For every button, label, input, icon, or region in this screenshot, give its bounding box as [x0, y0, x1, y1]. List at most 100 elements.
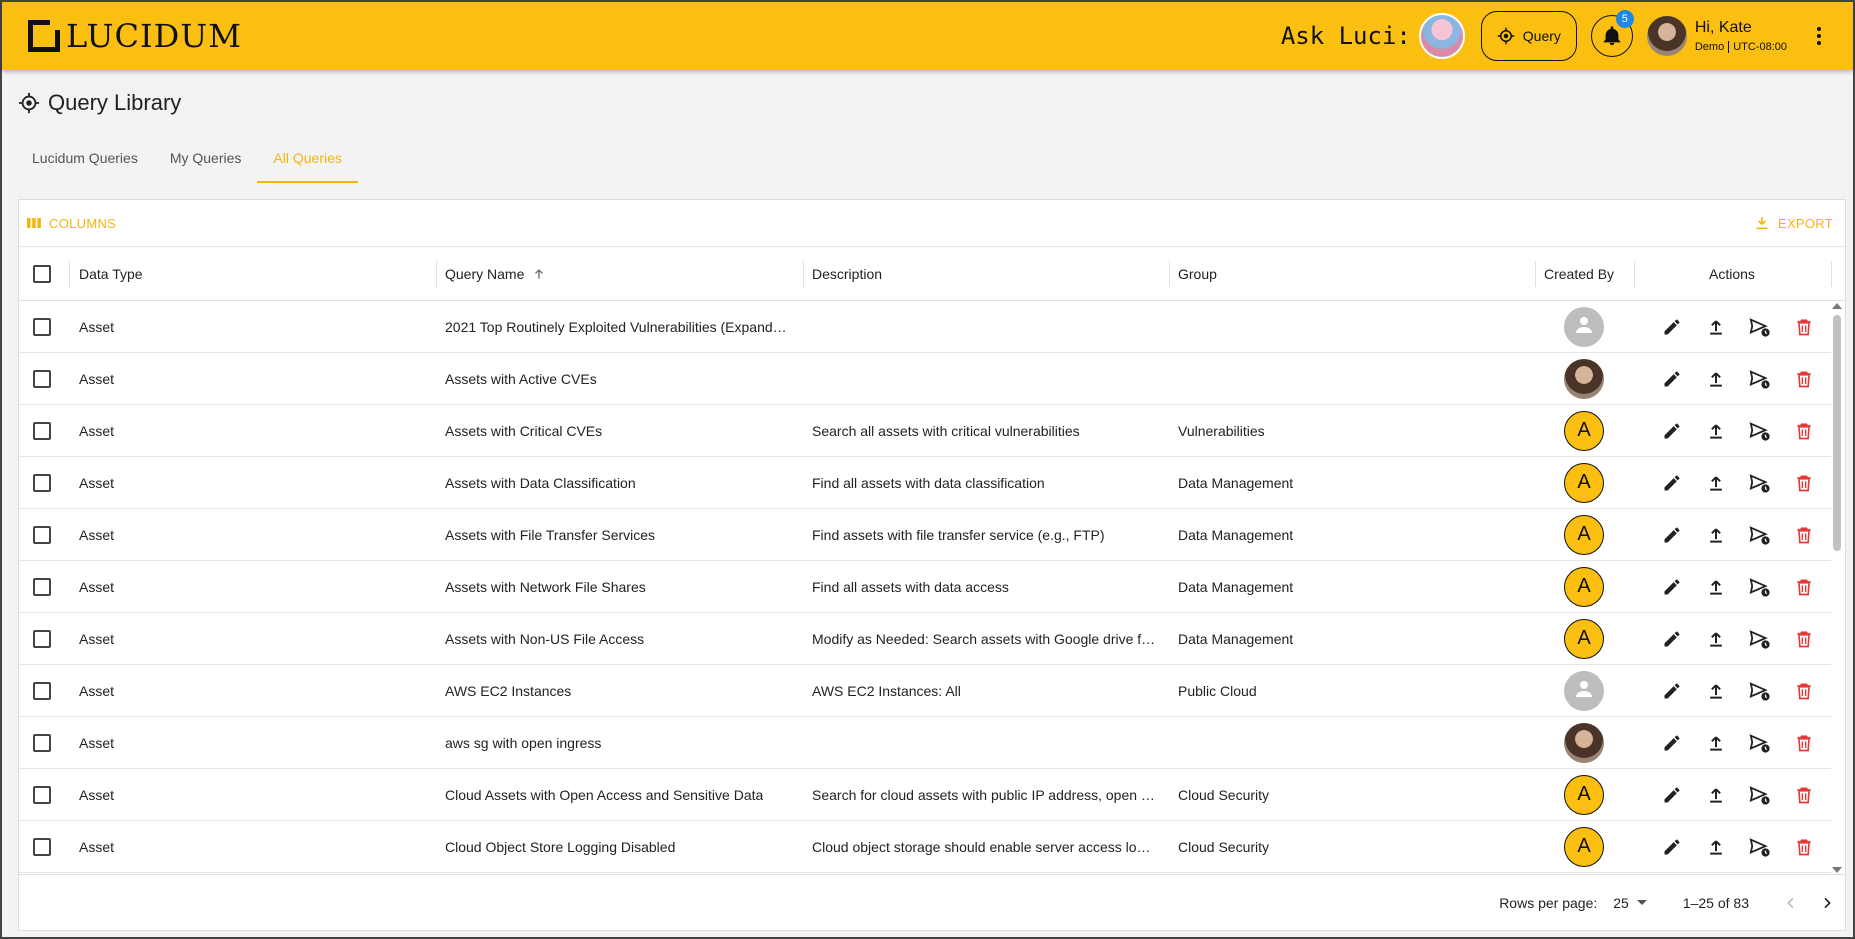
- table-scrollbar[interactable]: [1831, 301, 1843, 875]
- upload-icon[interactable]: [1705, 420, 1727, 442]
- more-menu-icon[interactable]: [1809, 27, 1829, 45]
- edit-icon[interactable]: [1661, 524, 1683, 546]
- cell-query-name[interactable]: 2021 Top Routinely Exploited Vulnerabili…: [445, 319, 787, 335]
- next-page-icon[interactable]: [1819, 895, 1835, 911]
- lucidum-logo[interactable]: LUCIDUM: [28, 16, 242, 56]
- scroll-down-arrow[interactable]: [1832, 867, 1842, 873]
- table-row[interactable]: Asset Assets with Network File Shares Find…: [19, 561, 1831, 613]
- row-checkbox[interactable]: [33, 629, 51, 648]
- tab-all-queries[interactable]: All Queries: [257, 140, 358, 183]
- luci-assistant-avatar[interactable]: [1418, 13, 1465, 59]
- cell-query-name[interactable]: AWS EC2 Instances: [445, 683, 571, 699]
- header-group[interactable]: Group: [1178, 247, 1217, 300]
- edit-icon[interactable]: [1661, 836, 1683, 858]
- edit-icon[interactable]: [1661, 368, 1683, 390]
- schedule-send-icon[interactable]: [1749, 628, 1771, 650]
- table-row[interactable]: Asset Cloud Object Store Logging Disabled…: [19, 821, 1831, 873]
- table-row[interactable]: Asset aws sg with open ingress: [19, 717, 1831, 769]
- cell-query-name[interactable]: aws sg with open ingress: [445, 735, 601, 751]
- table-row[interactable]: Asset Assets with Data Classification Find…: [19, 457, 1831, 509]
- row-checkbox[interactable]: [33, 577, 51, 596]
- cell-query-name[interactable]: Assets with Network File Shares: [445, 579, 646, 595]
- table-row[interactable]: Asset Cloud Assets with Open Access and S…: [19, 769, 1831, 821]
- schedule-send-icon[interactable]: [1749, 836, 1771, 858]
- select-all-checkbox[interactable]: [33, 264, 51, 283]
- rows-per-page-select[interactable]: 25: [1613, 895, 1647, 911]
- header-query-name[interactable]: Query Name: [445, 247, 546, 300]
- delete-icon[interactable]: [1793, 524, 1815, 546]
- delete-icon[interactable]: [1793, 836, 1815, 858]
- schedule-send-icon[interactable]: [1749, 316, 1771, 338]
- scroll-up-arrow[interactable]: [1832, 303, 1842, 309]
- cell-query-name[interactable]: Assets with Data Classification: [445, 475, 636, 491]
- cell-query-name[interactable]: Cloud Object Store Logging Disabled: [445, 839, 675, 855]
- query-button[interactable]: Query: [1480, 11, 1577, 61]
- schedule-send-icon[interactable]: [1749, 784, 1771, 806]
- upload-icon[interactable]: [1705, 368, 1727, 390]
- header-description[interactable]: Description: [812, 247, 882, 300]
- upload-icon[interactable]: [1705, 524, 1727, 546]
- header-data-type[interactable]: Data Type: [79, 247, 143, 300]
- upload-icon[interactable]: [1705, 784, 1727, 806]
- user-info[interactable]: Hi, Kate Demo UTC-08:00: [1695, 19, 1787, 53]
- delete-icon[interactable]: [1793, 628, 1815, 650]
- delete-icon[interactable]: [1793, 680, 1815, 702]
- schedule-send-icon[interactable]: [1749, 368, 1771, 390]
- cell-query-name[interactable]: Assets with Critical CVEs: [445, 423, 602, 439]
- upload-icon[interactable]: [1705, 316, 1727, 338]
- schedule-send-icon[interactable]: [1749, 420, 1771, 442]
- row-checkbox[interactable]: [33, 681, 51, 700]
- row-checkbox[interactable]: [33, 369, 51, 388]
- cell-query-name[interactable]: Assets with Non-US File Access: [445, 631, 644, 647]
- scrollbar-thumb[interactable]: [1833, 315, 1841, 551]
- edit-icon[interactable]: [1661, 420, 1683, 442]
- table-row[interactable]: Asset Assets with Non-US File Access Modif…: [19, 613, 1831, 665]
- edit-icon[interactable]: [1661, 628, 1683, 650]
- upload-icon[interactable]: [1705, 576, 1727, 598]
- header-created-by[interactable]: Created By: [1544, 247, 1614, 300]
- table-row[interactable]: Asset Assets with Critical CVEs Search all…: [19, 405, 1831, 457]
- user-avatar[interactable]: [1646, 16, 1687, 56]
- row-checkbox[interactable]: [33, 317, 51, 336]
- row-checkbox[interactable]: [33, 525, 51, 544]
- cell-query-name[interactable]: Assets with File Transfer Services: [445, 527, 655, 543]
- edit-icon[interactable]: [1661, 472, 1683, 494]
- table-row[interactable]: Asset 2021 Top Routinely Exploited Vulner…: [19, 301, 1831, 353]
- schedule-send-icon[interactable]: [1749, 472, 1771, 494]
- upload-icon[interactable]: [1705, 472, 1727, 494]
- delete-icon[interactable]: [1793, 732, 1815, 754]
- delete-icon[interactable]: [1793, 420, 1815, 442]
- tab-lucidum-queries[interactable]: Lucidum Queries: [16, 140, 154, 183]
- notifications-button[interactable]: 5: [1590, 10, 1634, 57]
- delete-icon[interactable]: [1793, 368, 1815, 390]
- delete-icon[interactable]: [1793, 316, 1815, 338]
- table-row[interactable]: Asset Assets with File Transfer Services F…: [19, 509, 1831, 561]
- upload-icon[interactable]: [1705, 836, 1727, 858]
- columns-button[interactable]: COLUMNS: [27, 216, 116, 231]
- edit-icon[interactable]: [1661, 576, 1683, 598]
- schedule-send-icon[interactable]: [1749, 680, 1771, 702]
- edit-icon[interactable]: [1661, 784, 1683, 806]
- cell-query-name[interactable]: Cloud Assets with Open Access and Sensit…: [445, 787, 763, 803]
- edit-icon[interactable]: [1661, 680, 1683, 702]
- edit-icon[interactable]: [1661, 316, 1683, 338]
- export-button[interactable]: EXPORT: [1754, 215, 1833, 231]
- schedule-send-icon[interactable]: [1749, 524, 1771, 546]
- row-checkbox[interactable]: [33, 733, 51, 752]
- table-row[interactable]: Asset Assets with Active CVEs: [19, 353, 1831, 405]
- upload-icon[interactable]: [1705, 628, 1727, 650]
- schedule-send-icon[interactable]: [1749, 576, 1771, 598]
- delete-icon[interactable]: [1793, 784, 1815, 806]
- table-row[interactable]: Asset AWS EC2 Instances AWS EC2 Instances:…: [19, 665, 1831, 717]
- edit-icon[interactable]: [1661, 732, 1683, 754]
- upload-icon[interactable]: [1705, 680, 1727, 702]
- row-checkbox[interactable]: [33, 421, 51, 440]
- delete-icon[interactable]: [1793, 576, 1815, 598]
- row-checkbox[interactable]: [33, 473, 51, 492]
- tab-my-queries[interactable]: My Queries: [154, 140, 258, 183]
- previous-page-icon[interactable]: [1783, 895, 1799, 911]
- row-checkbox[interactable]: [33, 785, 51, 804]
- cell-query-name[interactable]: Assets with Active CVEs: [445, 371, 597, 387]
- schedule-send-icon[interactable]: [1749, 732, 1771, 754]
- delete-icon[interactable]: [1793, 472, 1815, 494]
